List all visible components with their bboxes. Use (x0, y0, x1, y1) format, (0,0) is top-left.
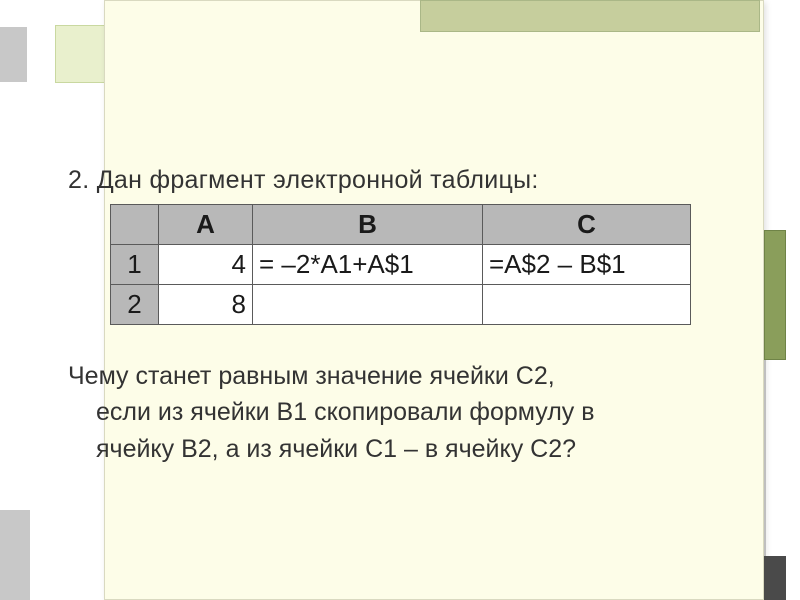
ruler-tick-top (0, 27, 27, 82)
col-header-C: C (483, 205, 691, 245)
table-header-row: A B C (111, 205, 691, 245)
row-header-1: 1 (111, 245, 159, 285)
cell-A2: 8 (159, 285, 253, 325)
cell-C1: =A$2 – B$1 (483, 245, 691, 285)
table-row: 2 8 (111, 285, 691, 325)
table-corner-cell (111, 205, 159, 245)
question-line-2: если из ячейки В1 скопировали формулу в (68, 394, 708, 430)
question-intro-text: 2. Дан фрагмент электронной таблицы: (68, 166, 539, 195)
cell-B1: = –2*A1+A$1 (253, 245, 483, 285)
question-line-3: ячейку В2, а из ячейки С1 – в ячейку С2? (68, 431, 708, 467)
col-header-B: B (253, 205, 483, 245)
cell-B2 (253, 285, 483, 325)
row-header-2: 2 (111, 285, 159, 325)
col-header-A: A (159, 205, 253, 245)
decorative-olive-strip-right (764, 230, 786, 360)
question-body-text: Чему станет равным значение ячейки С2, е… (68, 358, 708, 467)
spreadsheet-fragment-table: A B C 1 4 = –2*A1+A$1 =A$2 – B$1 2 8 (110, 204, 691, 325)
ruler-tick-bottom (0, 510, 30, 600)
slide-canvas: 2. Дан фрагмент электронной таблицы: A B… (0, 0, 800, 600)
decorative-dark-rect-br (764, 556, 786, 600)
decorative-olive-bar-top (420, 0, 760, 32)
question-line-1: Чему станет равным значение ячейки С2, (68, 362, 555, 390)
cell-C2 (483, 285, 691, 325)
table-row: 1 4 = –2*A1+A$1 =A$2 – B$1 (111, 245, 691, 285)
cell-A1: 4 (159, 245, 253, 285)
decorative-green-square (55, 25, 105, 83)
